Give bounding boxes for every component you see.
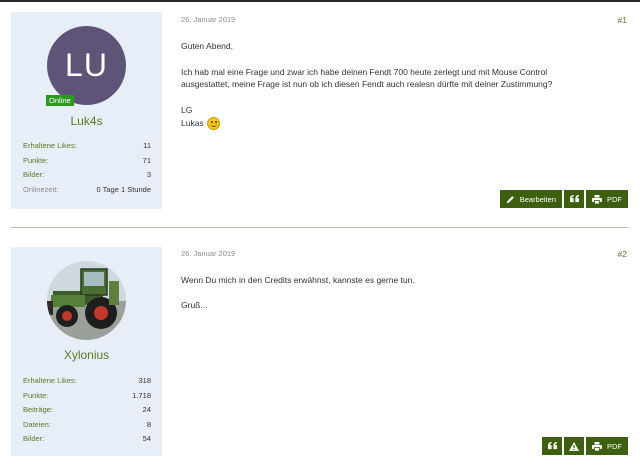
smiley-icon: [206, 117, 220, 131]
post-date[interactable]: 26. Januar 2019: [181, 15, 235, 24]
stat-row: Erhaltene Likes: 11: [23, 139, 151, 154]
pdf-button-label: PDF: [607, 194, 622, 204]
pdf-button-label: PDF: [607, 441, 622, 451]
message-line: Wenn Du mich in den Credits erwähnst, ka…: [181, 275, 415, 285]
user-stats: Erhaltene Likes: 11 Punkte: 71 Bilder: 3…: [23, 139, 151, 197]
online-badge: Online: [46, 95, 74, 106]
printer-icon: [592, 441, 602, 451]
message-signature: Lukas: [181, 117, 621, 131]
warning-icon: [569, 441, 579, 451]
edit-button-label: Bearbeiten: [519, 194, 556, 204]
stat-row: Dateien: 8: [23, 418, 151, 433]
avatar-initials: LU: [65, 47, 108, 83]
pdf-button[interactable]: PDF: [586, 190, 628, 208]
edit-button[interactable]: Bearbeiten: [499, 190, 562, 208]
message-line: Gruß...: [181, 300, 208, 310]
stat-label: Onlinezeit:: [23, 184, 59, 194]
stat-value: 24: [142, 405, 151, 414]
stat-value: 0 Tage 1 Stunde: [96, 184, 152, 194]
stat-row: Erhaltene Likes: 318: [23, 374, 151, 389]
post-actions: PDF: [542, 437, 628, 455]
stat-label: Punkte:: [23, 155, 49, 165]
pdf-button[interactable]: PDF: [586, 437, 628, 455]
stat-value: 71: [142, 155, 151, 165]
stat-row: Beiträge: 24: [23, 403, 151, 418]
user-stats: Erhaltene Likes: 318 Punkte: 1.718 Beitr…: [23, 374, 151, 447]
avatar[interactable]: LU: [47, 26, 126, 105]
post-permalink[interactable]: #1: [618, 15, 627, 25]
post-divider: [11, 227, 628, 228]
forum-post: Xylonius Erhaltene Likes: 318 Punkte: 1.…: [0, 230, 640, 475]
user-panel: LU Online Luk4s Erhaltene Likes: 11 Punk…: [11, 12, 162, 209]
avatar[interactable]: [47, 261, 126, 340]
post-actions: Bearbeiten PDF: [499, 190, 628, 208]
stat-label: Bilder:: [23, 170, 45, 179]
stat-label: Bilder:: [23, 434, 45, 443]
message-line: LG: [181, 105, 193, 115]
message-line: Lukas: [181, 118, 204, 128]
stat-label: Erhaltene Likes:: [23, 376, 77, 385]
username-link[interactable]: Luk4s: [11, 114, 162, 128]
message-line: Guten Abend,: [181, 41, 233, 51]
stat-value: 3: [146, 170, 151, 179]
quote-icon: [547, 442, 557, 450]
stat-label: Erhaltene Likes:: [23, 141, 77, 150]
stat-row: Onlinezeit: 0 Tage 1 Stunde: [23, 183, 151, 198]
stat-row: Punkte: 1.718: [23, 389, 151, 404]
stat-label: Beiträge:: [23, 405, 54, 414]
stat-label: Dateien:: [23, 419, 51, 429]
stat-value: 54: [142, 434, 151, 443]
post-permalink[interactable]: #2: [618, 249, 627, 259]
stat-value: 11: [143, 141, 151, 150]
report-button[interactable]: [564, 437, 584, 455]
stat-value: 318: [138, 376, 151, 385]
stat-value: 1.718: [132, 390, 151, 400]
forum-post: LU Online Luk4s Erhaltene Likes: 11 Punk…: [0, 0, 640, 226]
printer-icon: [592, 194, 602, 204]
quote-icon: [569, 195, 579, 203]
pencil-icon: [506, 195, 515, 204]
message-line: ausgestattet, meine Frage ist nun ob ich…: [181, 79, 553, 89]
username-link[interactable]: Xylonius: [11, 348, 162, 362]
stat-label: Punkte:: [23, 390, 49, 400]
post-date[interactable]: 26. Januar 2019: [181, 249, 235, 258]
stat-value: 8: [146, 419, 151, 429]
message-line: Ich hab mal eine Frage und zwar ich habe…: [181, 67, 548, 77]
stat-row: Bilder: 3: [23, 168, 151, 183]
tractor-avatar-photo: [47, 261, 126, 340]
quote-button[interactable]: [564, 190, 584, 208]
user-panel: Xylonius Erhaltene Likes: 318 Punkte: 1.…: [11, 247, 162, 456]
stat-row: Bilder: 54: [23, 432, 151, 447]
quote-button[interactable]: [542, 437, 562, 455]
stat-row: Punkte: 71: [23, 154, 151, 169]
